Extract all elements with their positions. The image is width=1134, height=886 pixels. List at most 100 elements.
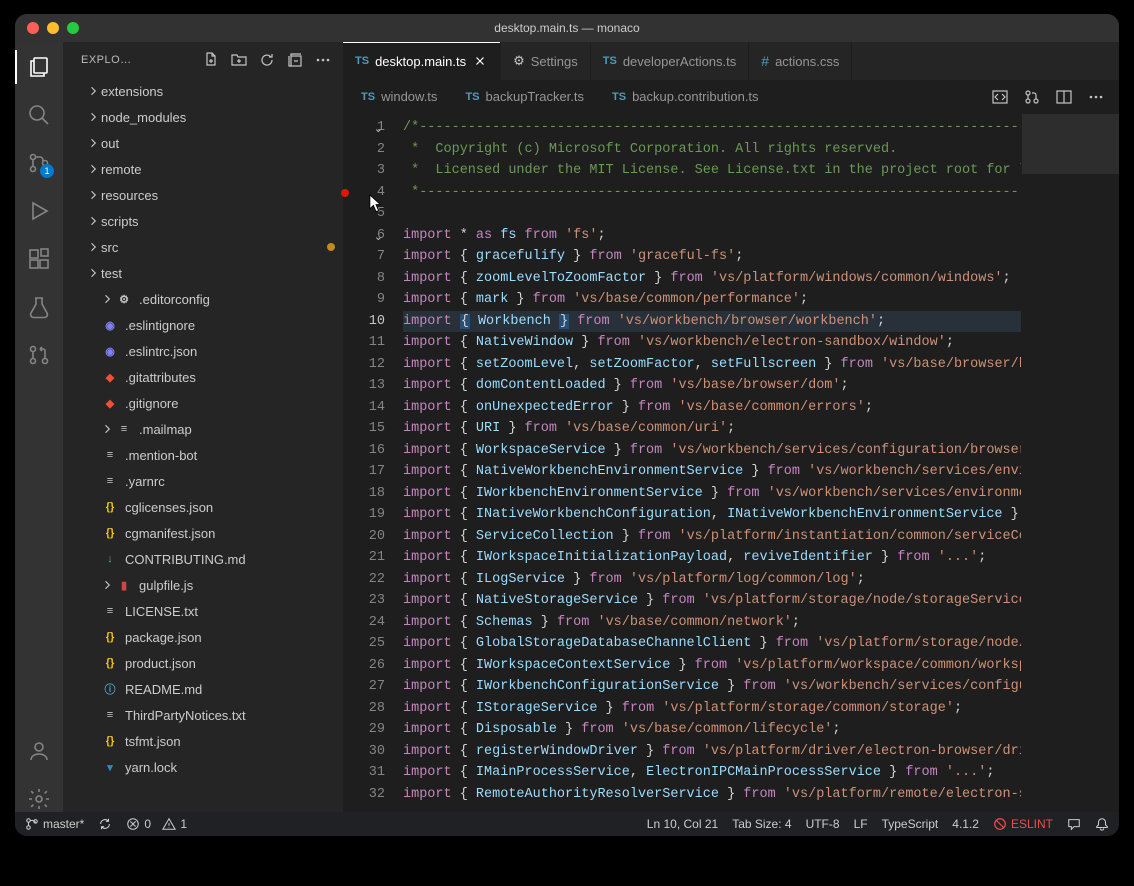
- file-tree[interactable]: extensions node_modulesout remote resources…: [63, 78, 343, 812]
- css-icon: #: [761, 53, 769, 69]
- tree-item-label: .mailmap: [139, 422, 192, 437]
- file-icon: {}: [101, 524, 119, 542]
- status-problems[interactable]: 0 1: [126, 817, 187, 831]
- status-bell-icon[interactable]: [1095, 817, 1109, 831]
- typescript-icon: TS: [361, 91, 375, 103]
- file-item[interactable]: {}package.json: [63, 624, 343, 650]
- explorer-sidebar: EXPLO… extensionsnode_modulesoutremotere…: [63, 42, 343, 812]
- folder-item[interactable]: node_modules: [63, 104, 343, 130]
- accounts-icon[interactable]: [26, 738, 52, 764]
- file-item[interactable]: {}product.json: [63, 650, 343, 676]
- tree-item-label: resources: [101, 188, 158, 203]
- split-editor-icon[interactable]: [1055, 88, 1073, 106]
- file-icon: {}: [101, 654, 119, 672]
- chevron-right-icon: [85, 83, 101, 99]
- editor-tab[interactable]: TSdeveloperActions.ts: [591, 42, 750, 80]
- testing-icon[interactable]: [26, 294, 52, 320]
- editor-tab[interactable]: TSbackupTracker.ts: [451, 80, 598, 113]
- folder-item[interactable]: src: [63, 234, 343, 260]
- explorer-icon[interactable]: [26, 54, 52, 80]
- activity-bar: 1: [15, 42, 63, 812]
- status-language[interactable]: TypeScript: [882, 817, 939, 831]
- open-changes-icon[interactable]: [991, 88, 1009, 106]
- tree-item-label: .editorconfig: [139, 292, 210, 307]
- window-maximize[interactable]: [67, 22, 79, 34]
- file-item[interactable]: {} cglicenses.json: [63, 494, 343, 520]
- window-title: desktop.main.ts — monaco: [494, 21, 639, 35]
- minimap[interactable]: [1021, 114, 1119, 812]
- status-tabsize[interactable]: Tab Size: 4: [732, 817, 791, 831]
- file-item[interactable]: ≡.mention-bot: [63, 442, 343, 468]
- status-sync[interactable]: [98, 817, 112, 831]
- file-item[interactable]: ◉.eslintrc.json: [63, 338, 343, 364]
- file-item[interactable]: ▾yarn.lock: [63, 754, 343, 780]
- search-icon[interactable]: [26, 102, 52, 128]
- folder-item[interactable]: extensions: [63, 78, 343, 104]
- file-item[interactable]: ⚙.editorconfig: [63, 286, 343, 312]
- folder-item[interactable]: resources: [63, 182, 343, 208]
- chevron-right-icon: [99, 291, 115, 307]
- new-file-icon[interactable]: [201, 50, 221, 70]
- compare-changes-icon[interactable]: [1023, 88, 1041, 106]
- file-item[interactable]: ◆.gitignore: [63, 390, 343, 416]
- window-close[interactable]: [27, 22, 39, 34]
- refresh-icon[interactable]: [257, 50, 277, 70]
- status-encoding[interactable]: UTF-8: [806, 817, 840, 831]
- chevron-right-icon: [85, 187, 101, 203]
- status-ts-version[interactable]: 4.1.2: [952, 817, 979, 831]
- file-item[interactable]: {}tsfmt.json: [63, 728, 343, 754]
- file-icon: {}: [101, 498, 119, 516]
- tree-item-label: remote: [101, 162, 141, 177]
- collapse-all-icon[interactable]: [285, 50, 305, 70]
- new-folder-icon[interactable]: [229, 50, 249, 70]
- status-eol[interactable]: LF: [854, 817, 868, 831]
- status-feedback-icon[interactable]: [1067, 817, 1081, 831]
- file-item[interactable]: ◉.eslintignore: [63, 312, 343, 338]
- file-icon: ◆: [101, 368, 119, 386]
- editor-tab[interactable]: TSwindow.ts: [347, 80, 451, 113]
- folder-item[interactable]: out: [63, 130, 343, 156]
- file-item[interactable]: ≡ThirdPartyNotices.txt: [63, 702, 343, 728]
- tree-item-label: CONTRIBUTING.md: [125, 552, 246, 567]
- github-pr-icon[interactable]: [26, 342, 52, 368]
- tree-item-label: node_modules: [101, 110, 186, 125]
- close-icon[interactable]: [472, 53, 488, 69]
- more-actions-icon[interactable]: [1087, 88, 1105, 106]
- chevron-right-icon: [99, 421, 115, 437]
- settings-gear-icon[interactable]: [26, 786, 52, 812]
- vcs-modified-indicator: [327, 243, 335, 251]
- file-item[interactable]: {}cgmanifest.json: [63, 520, 343, 546]
- tree-item-label: cglicenses.json: [125, 500, 213, 515]
- breakpoint-icon[interactable]: [341, 189, 349, 197]
- editor-tab[interactable]: TSbackup.contribution.ts: [598, 80, 773, 113]
- status-position[interactable]: Ln 10, Col 21: [647, 817, 718, 831]
- file-item[interactable]: ≡LICENSE.txt: [63, 598, 343, 624]
- chevron-right-icon: [85, 213, 101, 229]
- more-icon[interactable]: [313, 50, 333, 70]
- folder-item[interactable]: test: [63, 260, 343, 286]
- editor-tab[interactable]: TSdesktop.main.ts: [343, 42, 501, 80]
- folder-item[interactable]: scripts: [63, 208, 343, 234]
- editor-tab[interactable]: ⚙Settings: [501, 42, 591, 80]
- status-eslint[interactable]: ESLINT: [993, 817, 1053, 831]
- window-minimize[interactable]: [47, 22, 59, 34]
- code-editor[interactable]: 1⌄23456⌄78910111213141516171819202122232…: [343, 114, 1119, 812]
- status-branch[interactable]: master*: [25, 817, 84, 831]
- source-control-icon[interactable]: 1: [26, 150, 52, 176]
- chevron-right-icon: [99, 577, 115, 593]
- folder-item[interactable]: remote: [63, 156, 343, 182]
- file-item[interactable]: ⓘREADME.md: [63, 676, 343, 702]
- editor-tab[interactable]: #actions.css: [749, 42, 852, 80]
- typescript-icon: TS: [603, 55, 617, 67]
- tree-item-label: .eslintrc.json: [125, 344, 197, 359]
- file-item[interactable]: ↓ CONTRIBUTING.md: [63, 546, 343, 572]
- file-item[interactable]: ▮gulpfile.js: [63, 572, 343, 598]
- file-item[interactable]: ≡.mailmap: [63, 416, 343, 442]
- run-debug-icon[interactable]: [26, 198, 52, 224]
- tab-label: backup.contribution.ts: [632, 89, 758, 104]
- file-icon: ↓: [101, 550, 119, 568]
- chevron-right-icon: [85, 265, 101, 281]
- file-item[interactable]: ≡.yarnrc: [63, 468, 343, 494]
- file-item[interactable]: ◆.gitattributes: [63, 364, 343, 390]
- extensions-icon[interactable]: [26, 246, 52, 272]
